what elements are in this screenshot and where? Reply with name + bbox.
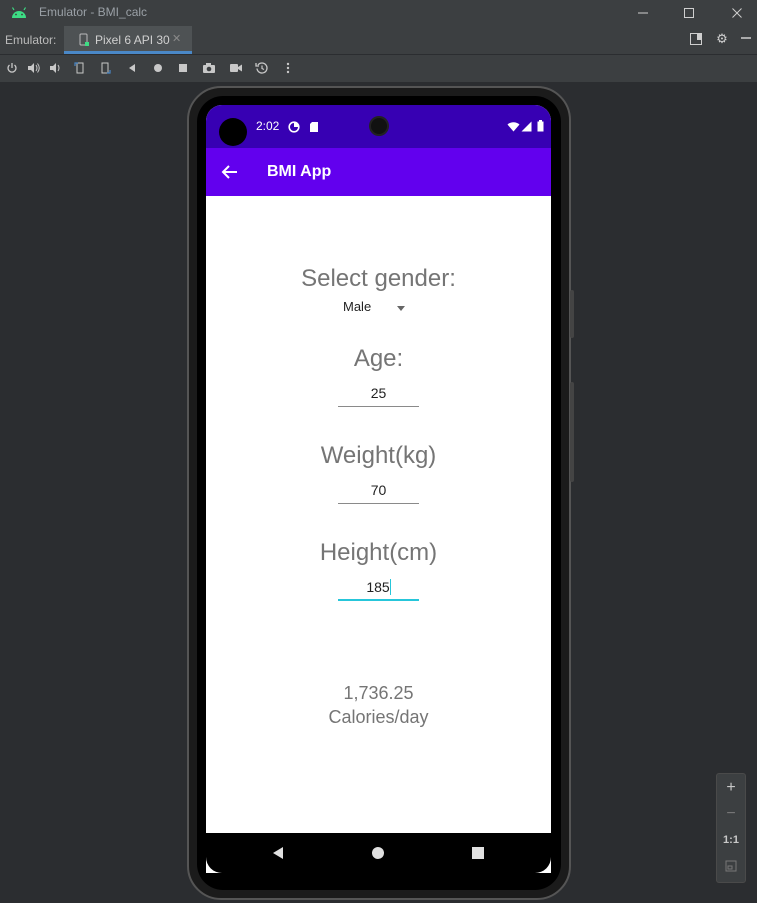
tab-label: Pixel 6 API 30 bbox=[95, 33, 170, 47]
window-title: Emulator - BMI_calc bbox=[39, 5, 148, 19]
gender-spinner[interactable]: Male bbox=[342, 299, 412, 317]
history-icon bbox=[255, 62, 268, 74]
close-icon bbox=[732, 8, 742, 18]
power-button[interactable] bbox=[4, 60, 20, 76]
volume-down-icon bbox=[50, 63, 60, 73]
calories-value: 1,736.25 bbox=[343, 683, 414, 703]
tab-pixel-6-api-30[interactable]: Pixel 6 API 30 ✕ bbox=[64, 26, 192, 54]
sd-card-icon bbox=[310, 122, 318, 132]
layout-toggle-button[interactable] bbox=[688, 32, 704, 48]
settings-button[interactable]: ⚙ bbox=[714, 32, 730, 48]
maximize-button[interactable] bbox=[679, 3, 699, 23]
rotate-right-button[interactable] bbox=[97, 60, 113, 76]
screen-record-button[interactable] bbox=[228, 60, 244, 76]
age-input[interactable]: 25 bbox=[338, 383, 419, 407]
height-label: Height(cm) bbox=[319, 539, 438, 566]
more-vertical-icon bbox=[286, 62, 290, 74]
phone-volume-key[interactable] bbox=[570, 382, 574, 482]
tab-close-icon[interactable]: ✕ bbox=[172, 32, 181, 45]
home-button[interactable] bbox=[150, 60, 166, 76]
back-triangle-icon bbox=[129, 64, 135, 72]
zoom-out-button[interactable]: − bbox=[717, 802, 745, 826]
calories-unit: Calories/day bbox=[328, 707, 429, 727]
arrow-left-icon[interactable] bbox=[220, 162, 240, 182]
zoom-fit-button[interactable] bbox=[717, 854, 745, 878]
maximize-icon bbox=[684, 8, 694, 18]
phone-power-key[interactable] bbox=[570, 290, 574, 338]
nav-overview-icon[interactable] bbox=[470, 845, 486, 861]
device-screen: 2:02 BMI App Select gender: Male Age: 25… bbox=[206, 105, 551, 873]
layout-icon bbox=[690, 33, 702, 45]
weight-input[interactable]: 70 bbox=[338, 480, 419, 504]
signal-icon bbox=[521, 121, 532, 132]
back-button[interactable] bbox=[124, 60, 140, 76]
window-title-bar: Emulator - BMI_calc bbox=[0, 0, 757, 26]
close-window-button[interactable] bbox=[727, 3, 747, 23]
volume-up-icon bbox=[28, 63, 40, 73]
zoom-panel: + − 1:1 bbox=[716, 773, 746, 883]
video-camera-icon bbox=[230, 64, 242, 72]
height-input[interactable]: 185 bbox=[338, 577, 419, 601]
weight-value: 70 bbox=[370, 482, 387, 498]
front-camera bbox=[369, 116, 389, 136]
age-label: Age: bbox=[353, 345, 404, 372]
rotate-left-icon bbox=[74, 62, 84, 74]
overview-square-icon bbox=[179, 64, 187, 72]
dropdown-arrow-icon bbox=[397, 306, 405, 311]
rotate-left-button[interactable] bbox=[72, 60, 88, 76]
rotate-right-icon bbox=[101, 62, 111, 74]
volume-up-button[interactable] bbox=[26, 60, 42, 76]
zoom-one-to-one-button[interactable]: 1:1 bbox=[717, 828, 745, 852]
snapshot-button[interactable] bbox=[254, 60, 270, 76]
emulator-tab-bar: Emulator: Pixel 6 API 30 ✕ ⚙ bbox=[0, 26, 757, 55]
overview-button[interactable] bbox=[175, 60, 191, 76]
hide-button[interactable] bbox=[738, 32, 754, 48]
status-bar: 2:02 bbox=[206, 105, 551, 148]
volume-down-button[interactable] bbox=[48, 60, 64, 76]
wifi-icon bbox=[507, 122, 520, 132]
device-icon bbox=[79, 33, 89, 46]
gender-value: Male bbox=[343, 299, 372, 314]
battery-icon bbox=[537, 120, 544, 132]
nav-home-icon[interactable] bbox=[370, 845, 386, 861]
camera-cutout bbox=[219, 118, 247, 146]
minimize-icon bbox=[638, 12, 648, 14]
navigation-bar bbox=[206, 833, 551, 873]
home-circle-icon bbox=[154, 64, 162, 72]
minus-icon bbox=[741, 37, 751, 39]
gear-icon: ⚙ bbox=[716, 32, 728, 47]
app-bar: BMI App bbox=[206, 148, 551, 196]
app-title: BMI App bbox=[267, 163, 332, 180]
fit-screen-icon bbox=[725, 860, 737, 872]
age-value: 25 bbox=[370, 385, 387, 401]
minimize-button[interactable] bbox=[633, 3, 653, 23]
nav-back-icon[interactable] bbox=[270, 845, 286, 861]
screenshot-button[interactable] bbox=[201, 60, 217, 76]
weight-label: Weight(kg) bbox=[320, 442, 437, 469]
bmi-form: Select gender: Male Age: 25 Weight(kg) 7… bbox=[206, 196, 551, 834]
height-value: 185 bbox=[366, 579, 390, 595]
gender-label: Select gender: bbox=[301, 265, 456, 292]
emulator-label: Emulator: bbox=[5, 33, 57, 47]
text-caret bbox=[389, 579, 391, 595]
status-time: 2:02 bbox=[256, 119, 280, 133]
data-saver-icon bbox=[288, 121, 300, 133]
more-options-button[interactable] bbox=[280, 60, 296, 76]
emulator-toolbar bbox=[0, 55, 757, 82]
android-icon bbox=[11, 7, 27, 18]
zoom-in-button[interactable]: + bbox=[717, 776, 745, 800]
camera-icon bbox=[203, 63, 215, 73]
power-icon bbox=[7, 63, 17, 73]
